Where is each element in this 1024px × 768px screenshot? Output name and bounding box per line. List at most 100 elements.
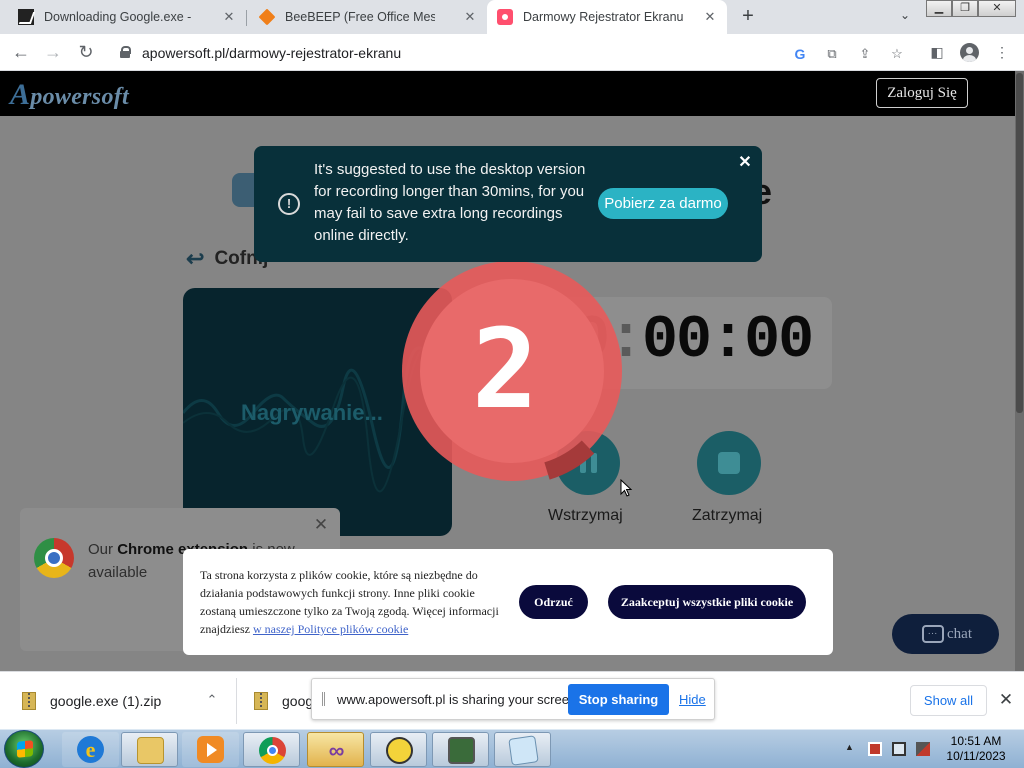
- web-page: Apowersoft Zaloguj Się e ↩ Cofnij Nagryw…: [0, 71, 1024, 671]
- action-center-alert-icon[interactable]: [868, 742, 882, 756]
- taskbar-beebeep[interactable]: [370, 732, 427, 767]
- download-filename: goog: [282, 693, 314, 709]
- download-page-favicon-icon: [18, 9, 34, 25]
- download-item[interactable]: goog: [254, 672, 313, 730]
- close-icon[interactable]: ✕: [997, 691, 1015, 709]
- close-icon[interactable]: ✕: [736, 154, 754, 172]
- network-icon[interactable]: [892, 742, 906, 756]
- cookie-banner: Ta strona korzysta z plików cookie, któr…: [183, 549, 833, 655]
- download-item[interactable]: google.exe (1).zip: [22, 672, 161, 730]
- tab-title: Darmowy Rejestrator Ekranu: [523, 10, 683, 24]
- forward-arrow-icon[interactable]: →: [43, 42, 63, 62]
- clock-time: 10:51 AM: [950, 734, 1002, 748]
- lock-icon[interactable]: [120, 46, 131, 58]
- cookie-policy-link[interactable]: w naszej Polityce plików cookie: [253, 622, 408, 636]
- chat-button[interactable]: ... chat: [892, 614, 999, 654]
- site-header: Apowersoft Zaloguj Się: [0, 71, 1015, 116]
- show-hidden-icons-button[interactable]: ▲: [845, 742, 854, 752]
- hide-link[interactable]: Hide: [679, 692, 706, 707]
- taskbar-notepad[interactable]: [494, 732, 551, 767]
- tab-search-chevron-icon[interactable]: ⌄: [896, 8, 914, 26]
- internet-explorer-icon: e: [77, 736, 104, 763]
- stop-label: Zatrzymaj: [692, 507, 763, 524]
- stop-sharing-button[interactable]: Stop sharing: [568, 684, 669, 715]
- bookmark-star-icon[interactable]: ☆: [889, 46, 905, 62]
- stop-button[interactable]: [697, 431, 761, 495]
- close-icon[interactable]: ✕: [703, 10, 717, 24]
- download-free-button[interactable]: Pobierz za darmo: [598, 188, 728, 219]
- taskbar-app-infinity[interactable]: ∞: [307, 732, 364, 767]
- zip-file-icon: [22, 692, 36, 710]
- zip-file-icon: [254, 692, 268, 710]
- recording-status-label: Nagrywanie...: [241, 400, 383, 425]
- close-icon[interactable]: ✕: [463, 10, 477, 24]
- url-text[interactable]: apowersoft.pl/darmowy-rejestrator-ekranu: [142, 45, 401, 61]
- drag-handle-icon[interactable]: [322, 692, 325, 706]
- new-tab-button[interactable]: +: [738, 6, 758, 26]
- mouse-cursor-icon: [620, 479, 633, 497]
- folder-icon: [137, 737, 164, 764]
- taskbar-chrome[interactable]: [243, 732, 300, 767]
- sharing-message: www.apowersoft.pl is sharing your screen…: [337, 692, 580, 707]
- system-clock[interactable]: 10:51 AM 10/11/2023: [938, 734, 1014, 764]
- screen-sharing-bar: www.apowersoft.pl is sharing your screen…: [311, 678, 715, 720]
- taskbar-internet-explorer[interactable]: e: [62, 732, 119, 767]
- volume-muted-icon[interactable]: [916, 742, 930, 756]
- countdown-number: 2: [472, 305, 539, 433]
- tab-title: Downloading Google.exe - Game: [44, 10, 194, 24]
- address-bar[interactable]: apowersoft.pl/darmowy-rejestrator-ekranu…: [108, 38, 918, 67]
- undo-arrow-icon: ↩: [186, 246, 205, 271]
- show-all-button[interactable]: Show all: [910, 685, 987, 716]
- downloads-bar: google.exe (1).zip ⌃ goog www.apowersoft…: [0, 671, 1024, 729]
- share-icon[interactable]: ⇪: [857, 46, 873, 62]
- cookie-text: Ta strona korzysta z plików cookie, któr…: [200, 568, 499, 636]
- suggestion-text: It's suggested to use the desktop versio…: [314, 161, 586, 244]
- page-scrollbar[interactable]: [1015, 71, 1024, 671]
- chevron-up-icon[interactable]: ⌃: [204, 692, 220, 708]
- start-button[interactable]: [4, 730, 44, 768]
- tab-darmowy-rejestrator[interactable]: Darmowy Rejestrator Ekranu ✕: [487, 0, 727, 34]
- minimize-button[interactable]: ▁: [926, 0, 952, 17]
- profile-avatar-icon[interactable]: [960, 43, 979, 62]
- apowersoft-logo[interactable]: Apowersoft: [10, 78, 129, 112]
- bee-icon: [386, 737, 413, 764]
- menu-kebab-icon[interactable]: ⋮: [993, 43, 1011, 61]
- taskbar-file-explorer[interactable]: [121, 732, 178, 767]
- translate-icon[interactable]: ⧉: [824, 46, 840, 62]
- chrome-logo-icon: [34, 538, 74, 578]
- login-button[interactable]: Zaloguj Się: [876, 78, 968, 108]
- windows-taskbar: e ∞ ▲ 10:51 AM 10/11/2023: [0, 729, 1024, 768]
- restore-button[interactable]: ❐: [952, 0, 978, 17]
- monitor-icon: [448, 737, 475, 764]
- browser-toolbar: ← → ↻ apowersoft.pl/darmowy-rejestrator-…: [0, 34, 1024, 71]
- browser-tab-strip: Downloading Google.exe - Game ✕ BeeBEEP …: [0, 0, 1024, 34]
- download-separator: [236, 678, 237, 724]
- tab-downloading-google[interactable]: Downloading Google.exe - Game ✕: [0, 0, 246, 34]
- tab-title: BeeBEEP (Free Office Messenger): [285, 10, 435, 24]
- side-panel-icon[interactable]: ◧: [928, 43, 946, 61]
- google-lens-icon[interactable]: G: [792, 46, 808, 62]
- tab-beebeep[interactable]: BeeBEEP (Free Office Messenger) ✕: [247, 0, 487, 34]
- reload-icon[interactable]: ↻: [76, 42, 96, 62]
- chrome-icon: [259, 737, 286, 764]
- warning-icon: !: [278, 193, 300, 215]
- beebeep-favicon-icon: [258, 8, 276, 26]
- window-close-button[interactable]: ✕: [978, 0, 1016, 17]
- scroll-thumb[interactable]: [1016, 73, 1023, 413]
- pause-label: Wstrzymaj: [548, 507, 623, 524]
- chat-bubble-icon: ...: [922, 625, 944, 643]
- clock-date: 10/11/2023: [946, 749, 1006, 763]
- back-arrow-icon[interactable]: ←: [11, 42, 31, 62]
- notepad-icon: [508, 735, 539, 766]
- taskbar-monitor-app[interactable]: [432, 732, 489, 767]
- media-player-icon: [197, 736, 224, 763]
- reject-cookies-button[interactable]: Odrzuć: [519, 585, 588, 619]
- close-icon[interactable]: ✕: [222, 10, 236, 24]
- apowersoft-recorder-favicon-icon: [497, 9, 513, 25]
- download-filename: google.exe (1).zip: [50, 693, 162, 709]
- infinity-app-icon: ∞: [328, 738, 345, 763]
- accept-all-cookies-button[interactable]: Zaakceptuj wszystkie pliki cookie: [608, 585, 806, 619]
- desktop-version-suggestion: ! It's suggested to use the desktop vers…: [254, 146, 762, 262]
- close-icon[interactable]: ✕: [312, 516, 330, 534]
- taskbar-media-player[interactable]: [182, 732, 239, 767]
